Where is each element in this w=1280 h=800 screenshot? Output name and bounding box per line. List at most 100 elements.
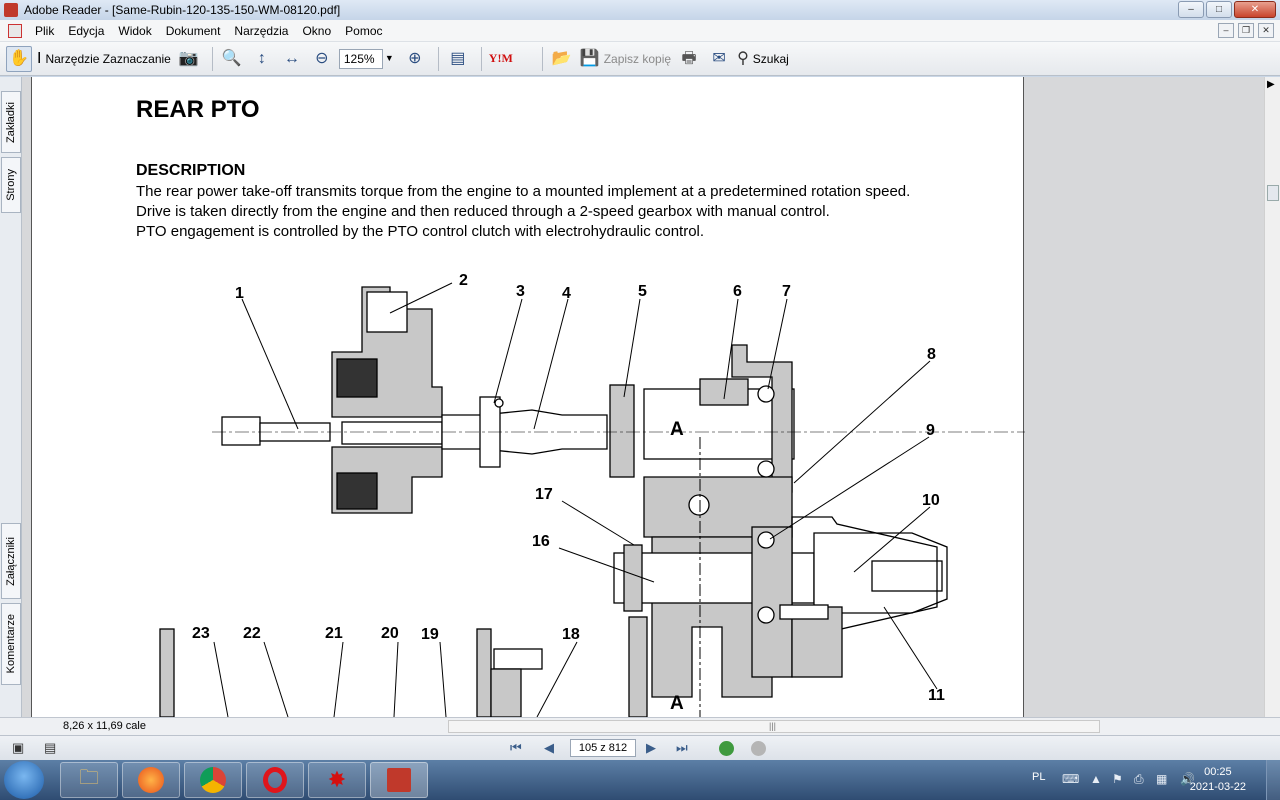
menu-widok[interactable]: Widok	[111, 24, 158, 38]
page-layout-button[interactable]: ▤	[445, 46, 471, 72]
search-button[interactable]: ⚲ Szukaj	[736, 46, 790, 72]
taskbar-chrome[interactable]	[184, 762, 242, 798]
menu-pomoc[interactable]: Pomoc	[338, 24, 389, 38]
vertical-scrollbar[interactable]: ▶	[1264, 77, 1280, 717]
diagram-label-10: 10	[922, 492, 940, 509]
forward-view-button[interactable]	[751, 741, 766, 756]
tab-comments-label: Komentarze	[5, 614, 17, 674]
document-icon[interactable]	[8, 23, 22, 38]
start-button[interactable]	[4, 761, 44, 799]
menu-bar: Plik Edycja Widok Dokument Narzędzia Okn…	[0, 20, 1280, 42]
camera-icon: 📷	[178, 49, 199, 67]
zoom-tool-button[interactable]: 🔍	[219, 46, 245, 72]
maximize-button[interactable]: □	[1206, 1, 1232, 18]
diagram-label-19: 19	[421, 626, 439, 643]
navigation-panel-tabs: Zakładki Strony Załączniki Komentarze	[0, 77, 22, 717]
page-number-input[interactable]: 105 z 812	[570, 739, 636, 757]
status-bar: 8,26 x 11,69 cale |||	[0, 717, 1280, 735]
snapshot-button[interactable]: 📷	[176, 46, 202, 72]
clock[interactable]: 00:25 2021-03-22	[1190, 765, 1246, 795]
plus-circle-icon: ⊕	[408, 49, 422, 67]
continuous-page-icon[interactable]: ▤	[44, 740, 56, 756]
horizontal-scrollbar[interactable]: |||	[448, 720, 1100, 733]
hand-tool-button[interactable]: ✋	[6, 45, 32, 72]
next-page-button[interactable]: ▶	[646, 740, 656, 756]
clock-date: 2021-03-22	[1189, 781, 1246, 793]
network-icon[interactable]: ▦	[1156, 772, 1170, 786]
diagram-label-3: 3	[516, 283, 525, 300]
save-icon: 💾	[579, 49, 600, 67]
taskbar-opera[interactable]	[246, 762, 304, 798]
tab-bookmarks-label: Zakładki	[5, 101, 17, 143]
doc-minimize-button[interactable]: –	[1218, 23, 1234, 38]
device-icon[interactable]: ⎙	[1134, 772, 1148, 786]
back-view-button[interactable]	[719, 741, 734, 756]
doc-restore-button[interactable]: ❐	[1238, 23, 1254, 38]
action-center-icon[interactable]: ⚑	[1112, 772, 1126, 786]
print-button[interactable]: 🖶	[676, 46, 702, 72]
taskbar-explorer[interactable]: 🗀	[60, 762, 118, 798]
yahoo-logo-icon: Y!M	[488, 51, 513, 65]
tab-bookmarks[interactable]: Zakładki	[1, 91, 21, 153]
minimize-button[interactable]: –	[1178, 1, 1204, 18]
folder-icon: 📂	[551, 49, 572, 67]
fit-height-button[interactable]: ↕	[249, 46, 275, 72]
title-bar: Adobe Reader - [Same-Rubin-120-135-150-W…	[0, 0, 1280, 20]
tray-expand-icon[interactable]: ▲	[1090, 772, 1104, 786]
menu-dokument[interactable]: Dokument	[159, 24, 228, 38]
menu-okno[interactable]: Okno	[295, 24, 338, 38]
first-page-button[interactable]: ⏮	[510, 740, 522, 756]
taskbar-app-red[interactable]: ✸	[308, 762, 366, 798]
doc-close-button[interactable]: ✕	[1258, 23, 1274, 38]
single-page-icon[interactable]: ▣	[12, 740, 24, 756]
diagram-label-16: 16	[532, 533, 550, 550]
last-page-button[interactable]: ⏭	[676, 740, 688, 756]
show-desktop-button[interactable]	[1266, 760, 1280, 800]
menu-plik[interactable]: Plik	[28, 24, 61, 38]
open-button[interactable]: 📂	[549, 46, 575, 72]
text-cursor-icon: I	[37, 49, 42, 67]
window-title: Adobe Reader - [Same-Rubin-120-135-150-W…	[24, 3, 341, 17]
email-button[interactable]: ✉	[706, 46, 732, 72]
diagram-label-21: 21	[325, 625, 343, 642]
zoom-out-button[interactable]: ⊖	[309, 46, 335, 72]
section-marker-a-bottom: A	[670, 693, 684, 714]
diagram-label-18: 18	[562, 626, 580, 643]
tab-comments[interactable]: Komentarze	[1, 603, 21, 685]
diagram-label-17: 17	[535, 486, 553, 503]
menu-narzedzia[interactable]: Narzędzia	[227, 24, 295, 38]
scrollbar-thumb[interactable]	[1267, 185, 1279, 201]
toolbar: ✋ I Narzędzie Zaznaczanie 📷 🔍 ↕ ↔ ⊖ 125%…	[0, 42, 1280, 76]
minus-circle-icon: ⊖	[315, 49, 329, 67]
zoom-input[interactable]: 125%	[338, 48, 383, 69]
tab-pages[interactable]: Strony	[1, 157, 21, 213]
scroll-grip-icon: |||	[769, 721, 777, 731]
hand-icon: ✋	[9, 49, 29, 67]
windows-taskbar: 🗀 ✸ PL ⌨ ▲ ⚑ ⎙ ▦ 🔊 00:25 2021-03-22	[0, 760, 1280, 800]
save-copy-button[interactable]: 💾 Zapisz kopię	[579, 46, 672, 72]
binoculars-icon: ⚲	[737, 49, 749, 67]
taskbar-firefox[interactable]	[122, 762, 180, 798]
fit-width-button[interactable]: ↔	[279, 46, 305, 72]
yahoo-messenger-button[interactable]: Y!M	[488, 46, 514, 72]
diagram-label-11: 11	[928, 687, 945, 704]
zoom-in-button[interactable]: ⊕	[402, 46, 428, 72]
splash-icon: ✸	[327, 767, 347, 792]
rear-pto-diagram: 1 2 3 4 5 6 7 8 9 10 11 16 17 18 19 20 2…	[159, 272, 1025, 717]
zoom-dropdown-icon[interactable]: ▼	[385, 54, 394, 63]
clock-time: 00:25	[1204, 766, 1232, 778]
language-indicator[interactable]: PL	[1032, 771, 1045, 783]
diagram-label-20: 20	[381, 625, 399, 642]
folder-icon: 🗀	[79, 767, 99, 789]
taskbar-adobe-reader[interactable]	[370, 762, 428, 798]
adobe-reader-icon	[4, 3, 18, 17]
tab-attachments[interactable]: Załączniki	[1, 523, 21, 599]
page-navigation-bar: ▣ ▤ ⏮ ◀ 105 z 812 ▶ ⏭	[0, 735, 1280, 760]
menu-edycja[interactable]: Edycja	[61, 24, 111, 38]
scroll-up-icon[interactable]: ▶	[1267, 79, 1275, 90]
document-viewer[interactable]: REAR PTO DESCRIPTION The rear power take…	[22, 77, 1264, 717]
keyboard-icon[interactable]: ⌨	[1062, 772, 1079, 786]
close-button[interactable]: ✕	[1234, 1, 1276, 18]
select-tool-button[interactable]: I Narzędzie Zaznaczanie	[36, 46, 172, 72]
previous-page-button[interactable]: ◀	[544, 740, 554, 756]
